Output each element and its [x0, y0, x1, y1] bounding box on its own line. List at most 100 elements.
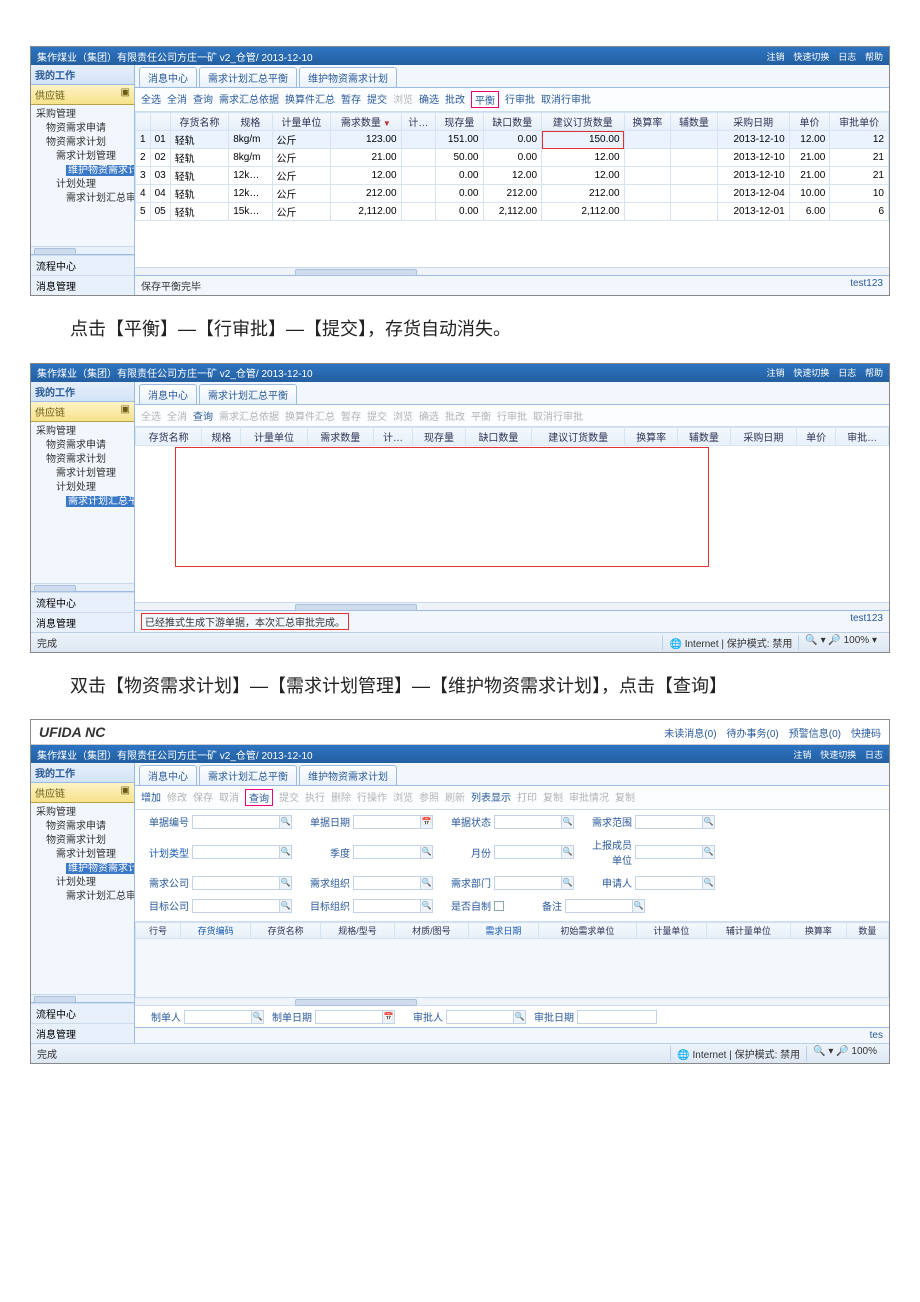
- filter-input[interactable]: 🔍: [192, 876, 292, 890]
- tree-node[interactable]: 物资需求申请: [36, 439, 131, 453]
- todo-link[interactable]: 待办事务(0): [727, 725, 779, 740]
- col-aux[interactable]: 辅数量: [671, 113, 718, 131]
- tree-node[interactable]: 计划处理: [36, 876, 131, 890]
- col-name[interactable]: 存货名称: [170, 113, 229, 131]
- tree-node[interactable]: 物资需求申请: [36, 820, 131, 834]
- col-req[interactable]: 需求数量▼: [331, 113, 401, 131]
- col-gap[interactable]: 缺口数量: [465, 427, 531, 445]
- filter-input[interactable]: 🔍: [635, 876, 715, 890]
- col-unit[interactable]: 计量单位: [241, 427, 307, 445]
- tree-node-selected[interactable]: 需求计划汇总平衡: [66, 496, 134, 507]
- nav-tree[interactable]: 采购管理 物资需求申请 物资需求计划 需求计划管理 维护物资需求计… 计划处理 …: [31, 803, 134, 994]
- mywork-header[interactable]: 我的工作: [31, 763, 134, 783]
- col-suggest[interactable]: 建议订货数量: [542, 113, 624, 131]
- left-hscroll[interactable]: [31, 994, 134, 1002]
- msg-mgmt[interactable]: 消息管理: [31, 612, 134, 632]
- table-row[interactable]: 303轻轨12k…公斤12.000.0012.0012.002013-12-10…: [136, 167, 889, 185]
- log-link[interactable]: 日志: [838, 368, 856, 378]
- unread-link[interactable]: 未读消息(0): [664, 725, 716, 740]
- log-link[interactable]: 日志: [838, 52, 856, 62]
- tab-msgcenter[interactable]: 消息中心: [139, 384, 197, 404]
- filter-input[interactable]: 🔍: [353, 899, 433, 913]
- quickswitch-link[interactable]: 快速切换: [820, 750, 856, 760]
- logout-link[interactable]: 注销: [767, 52, 785, 62]
- quickswitch-link[interactable]: 快速切换: [793, 368, 829, 378]
- approver-input[interactable]: 🔍: [446, 1010, 526, 1024]
- quickswitch-link[interactable]: 快速切换: [793, 52, 829, 62]
- nav-tree[interactable]: 采购管理 物资需求申请 物资需求计划 需求计划管理 维护物资需求计… 计划处理 …: [31, 105, 134, 246]
- tree-node[interactable]: 计划处理: [36, 481, 131, 495]
- col-apprice[interactable]: 审批单价: [830, 113, 889, 131]
- tree-node-selected[interactable]: 维护物资需求计…: [66, 863, 134, 874]
- table-row[interactable]: 404轻轨12k…公斤212.000.00212.00212.002013-12…: [136, 185, 889, 203]
- logout-link[interactable]: 注销: [793, 750, 811, 760]
- tab-summary[interactable]: 需求计划汇总平衡: [199, 67, 297, 87]
- tree-node[interactable]: 计划处理: [36, 178, 131, 192]
- table-row[interactable]: 202轻轨8kg/m公斤21.0050.000.0012.002013-12-1…: [136, 149, 889, 167]
- tree-node[interactable]: 采购管理: [36, 108, 131, 122]
- col-calc[interactable]: 计…: [401, 113, 436, 131]
- tab-msgcenter[interactable]: 消息中心: [139, 765, 197, 785]
- log-link[interactable]: 日志: [865, 750, 883, 760]
- table-row[interactable]: 101轻轨8kg/m公斤123.00151.000.00150.002013-1…: [136, 131, 889, 149]
- supply-header[interactable]: 供应链▣: [31, 402, 134, 422]
- table-row[interactable]: 505轻轨15k…公斤2,112.000.002,112.002,112.002…: [136, 203, 889, 221]
- filter-input[interactable]: 📅: [353, 815, 433, 829]
- help-link[interactable]: 帮助: [865, 368, 883, 378]
- flow-center[interactable]: 流程中心: [31, 1003, 134, 1023]
- left-hscroll[interactable]: [31, 246, 134, 254]
- self-made-checkbox[interactable]: [494, 901, 504, 911]
- tb-query[interactable]: 查询: [245, 789, 273, 806]
- shortcut-link[interactable]: 快捷码: [851, 725, 881, 740]
- msg-mgmt[interactable]: 消息管理: [31, 1023, 134, 1043]
- col-date[interactable]: 采购日期: [717, 113, 789, 131]
- col-blank1[interactable]: [136, 113, 151, 131]
- tb-save[interactable]: 暂存: [341, 91, 361, 108]
- col-aux[interactable]: 辅数量: [678, 427, 731, 445]
- data-grid[interactable]: 存货名称 规格 计量单位 需求数量▼ 计… 现存量 缺口数量 建议订货数量 换算…: [135, 112, 889, 267]
- filter-input[interactable]: 🔍: [353, 845, 433, 859]
- col-stock[interactable]: 现存量: [436, 113, 483, 131]
- tree-node[interactable]: 需求计划管理: [36, 848, 131, 862]
- tree-node[interactable]: 物资需求计划: [36, 453, 131, 467]
- filter-input[interactable]: 🔍: [494, 815, 574, 829]
- tab-maintain[interactable]: 维护物资需求计划: [299, 67, 397, 87]
- col-header[interactable]: 行号: [136, 923, 181, 939]
- mywork-header[interactable]: 我的工作: [31, 382, 134, 402]
- col-price[interactable]: 单价: [789, 113, 830, 131]
- tb-submit[interactable]: 提交: [367, 91, 387, 108]
- col-spec[interactable]: 规格: [229, 113, 272, 131]
- flow-center[interactable]: 流程中心: [31, 592, 134, 612]
- col-header[interactable]: 存货名称: [251, 923, 321, 939]
- filter-input[interactable]: 🔍: [494, 845, 574, 859]
- col-rate[interactable]: 换算率: [625, 427, 678, 445]
- ie-zoom[interactable]: 🔍 ▾ 🔎 100%: [806, 1046, 883, 1061]
- alert-link[interactable]: 预警信息(0): [789, 725, 841, 740]
- flow-center[interactable]: 流程中心: [31, 255, 134, 275]
- supply-header[interactable]: 供应链▣: [31, 783, 134, 803]
- tab-msgcenter[interactable]: 消息中心: [139, 67, 197, 87]
- col-header[interactable]: 计量单位: [636, 923, 706, 939]
- col-date[interactable]: 采购日期: [730, 427, 796, 445]
- col-suggest[interactable]: 建议订货数量: [532, 427, 625, 445]
- mywork-header[interactable]: 我的工作: [31, 65, 134, 85]
- col-header[interactable]: 换算率: [790, 923, 846, 939]
- filter-input[interactable]: 🔍: [192, 845, 292, 859]
- tb-convsum[interactable]: 换算件汇总: [285, 91, 335, 108]
- col-calc[interactable]: 计…: [373, 427, 412, 445]
- col-price[interactable]: 单价: [797, 427, 836, 445]
- tb-lineapprove[interactable]: 行审批: [505, 91, 535, 108]
- tree-node[interactable]: 物资需求申请: [36, 122, 131, 136]
- tb-selectall[interactable]: 全选: [141, 91, 161, 108]
- filter-input[interactable]: 🔍: [635, 845, 715, 859]
- tree-node[interactable]: 需求计划管理: [36, 150, 131, 164]
- tb-batchmod[interactable]: 批改: [445, 91, 465, 108]
- help-link[interactable]: 帮助: [865, 52, 883, 62]
- grid-hscroll[interactable]: [135, 997, 889, 1005]
- appdate-input[interactable]: [577, 1010, 657, 1024]
- tb-add[interactable]: 增加: [141, 789, 161, 806]
- filter-input[interactable]: 🔍: [565, 899, 645, 913]
- tb-sumbasis[interactable]: 需求汇总依据: [219, 91, 279, 108]
- tb-cancelapprove[interactable]: 取消行审批: [541, 91, 591, 108]
- filter-input[interactable]: 🔍: [353, 876, 433, 890]
